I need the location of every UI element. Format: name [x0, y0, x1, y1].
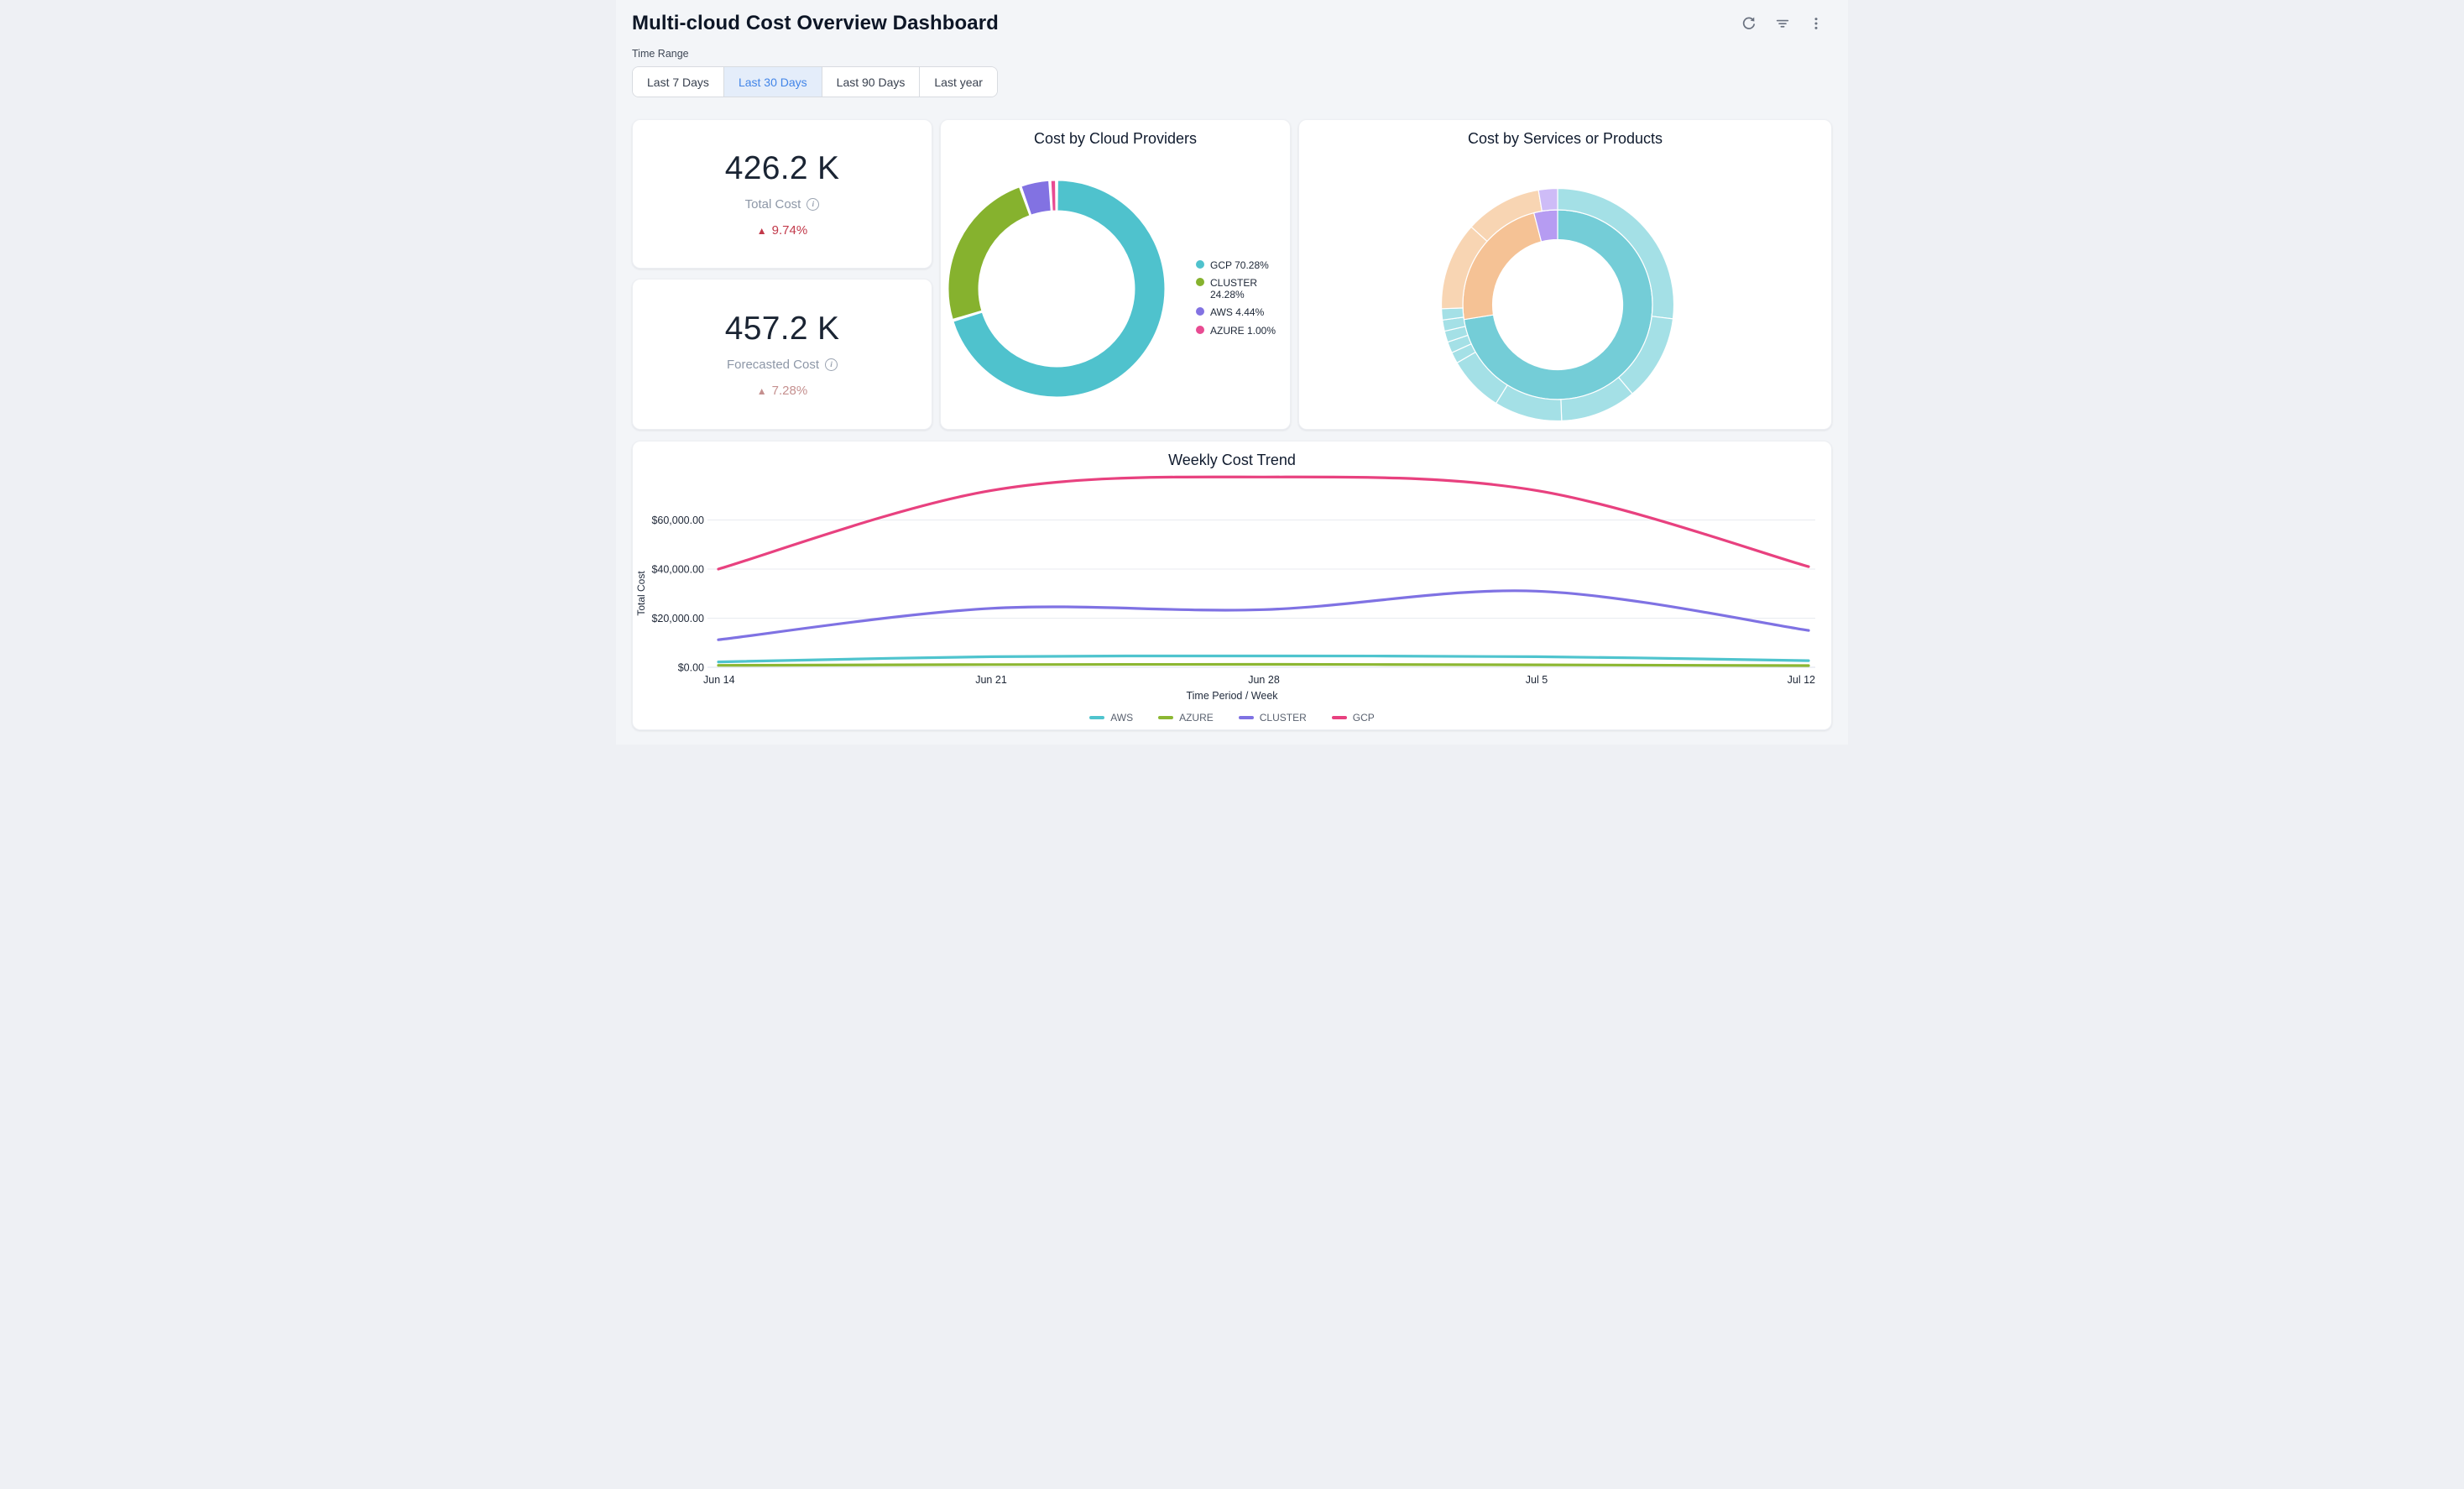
weekly-cost-trend-chart: $0.00 $20,000.00 $40,000.00 $60,000.00 Total… — [633, 441, 1830, 693]
header: Multi-cloud Cost Overview Dashboard — [616, 0, 1848, 36]
donut-segment-cluster — [948, 187, 1030, 320]
y-axis-title: Total Cost — [635, 571, 647, 616]
page-title: Multi-cloud Cost Overview Dashboard — [632, 12, 999, 35]
delta-value: 7.28% — [772, 384, 808, 398]
trend-legend: AWS AZURE CLUSTER GCP — [633, 712, 1831, 724]
provider-donut-legend: GCP 70.28% CLUSTER 24.28% AWS 4.44% AZURE 1… — [1196, 259, 1287, 337]
forecasted-cost-delta: ▲ 7.28% — [757, 384, 807, 398]
forecasted-cost-label-row: Forecasted Cost i — [727, 358, 838, 372]
refresh-icon — [1741, 16, 1757, 31]
cost-by-cloud-providers-card: Cost by Cloud Providers GCP 70.28%CLUSTE… — [940, 119, 1291, 430]
legend-swatch — [1196, 278, 1204, 286]
y-tick-label: $40,000.00 — [651, 564, 704, 576]
dashboard: Multi-cloud Cost Overview Dashboard — [616, 0, 1848, 744]
sunburst-outer-segment-aws — [1538, 189, 1558, 212]
legend-item-azure: AZURE 1.00% — [1196, 325, 1287, 337]
weekly-cost-trend-card: Weekly Cost Trend $0.00$20,000.00$40,000… — [632, 441, 1832, 730]
services-sunburst-chart — [1299, 120, 1839, 431]
forecasted-cost-card: 457.2 K Forecasted Cost i ▲ 7.28% — [632, 279, 932, 430]
cost-by-services-card: Cost by Services or Products — [1298, 119, 1832, 430]
legend-item-cluster: CLUSTER — [1239, 712, 1307, 724]
x-tick-label: Jul 12 — [1788, 674, 1815, 686]
kebab-menu-button[interactable] — [1804, 11, 1829, 36]
x-tick-label: Jun 21 — [975, 674, 1007, 686]
legend-label: AWS 4.44% — [1210, 306, 1264, 318]
legend-label: GCP — [1353, 712, 1375, 724]
legend-item-aws: AWS 4.44% — [1196, 306, 1287, 318]
total-cost-card: 426.2 K Total Cost i ▲ 9.74% — [632, 119, 932, 269]
donut-segment-azure — [1051, 180, 1056, 211]
forecasted-cost-value: 457.2 K — [725, 311, 840, 347]
time-range-button-last-90-days[interactable]: Last 90 Days — [822, 67, 921, 97]
legend-swatch — [1196, 307, 1204, 316]
legend-label: GCP 70.28% — [1210, 259, 1269, 271]
total-cost-label-row: Total Cost i — [745, 197, 820, 212]
trend-line-azure — [718, 665, 1809, 666]
delta-value: 9.74% — [772, 223, 808, 238]
legend-swatch — [1158, 716, 1173, 718]
info-icon[interactable]: i — [807, 198, 819, 211]
filter-icon — [1775, 16, 1790, 31]
arrow-up-icon: ▲ — [757, 385, 767, 397]
total-cost-delta: ▲ 9.74% — [757, 223, 807, 238]
refresh-button[interactable] — [1736, 11, 1762, 36]
x-tick-label: Jun 14 — [703, 674, 735, 686]
legend-item-azure: AZURE — [1158, 712, 1214, 724]
legend-label: CLUSTER 24.28% — [1210, 277, 1287, 300]
total-cost-label: Total Cost — [745, 197, 801, 212]
trend-line-aws — [718, 656, 1809, 661]
legend-label: AWS — [1110, 712, 1133, 724]
time-range-button-last-30-days[interactable]: Last 30 Days — [724, 67, 822, 97]
legend-swatch — [1239, 716, 1254, 718]
legend-item-cluster: CLUSTER 24.28% — [1196, 277, 1287, 300]
time-range-button-last-7-days[interactable]: Last 7 Days — [633, 67, 724, 97]
top-row: 426.2 K Total Cost i ▲ 9.74% 457.2 K For… — [632, 119, 1832, 430]
y-tick-label: $60,000.00 — [651, 515, 704, 526]
kpi-column: 426.2 K Total Cost i ▲ 9.74% 457.2 K For… — [632, 119, 932, 430]
legend-swatch — [1089, 716, 1104, 718]
header-actions — [1736, 11, 1829, 36]
x-axis-title: Time Period / Week — [633, 690, 1831, 702]
filter-button[interactable] — [1770, 11, 1795, 36]
legend-item-gcp: GCP 70.28% — [1196, 259, 1287, 271]
time-range-button-last-year[interactable]: Last year — [920, 67, 997, 97]
legend-swatch — [1196, 326, 1204, 334]
forecasted-cost-label: Forecasted Cost — [727, 358, 819, 372]
info-icon[interactable]: i — [825, 358, 838, 371]
total-cost-value: 426.2 K — [725, 150, 840, 187]
legend-label: AZURE — [1179, 712, 1214, 724]
arrow-up-icon: ▲ — [757, 225, 767, 237]
legend-swatch — [1332, 716, 1347, 718]
time-range-label: Time Range — [632, 48, 1848, 60]
legend-label: AZURE 1.00% — [1210, 325, 1276, 337]
x-tick-label: Jun 28 — [1248, 674, 1280, 686]
legend-item-aws: AWS — [1089, 712, 1133, 724]
y-tick-label: $0.00 — [678, 662, 704, 674]
trend-line-gcp — [718, 477, 1809, 569]
y-tick-label: $20,000.00 — [651, 613, 704, 624]
legend-item-gcp: GCP — [1332, 712, 1375, 724]
kebab-menu-icon — [1809, 16, 1824, 31]
trend-line-cluster — [718, 591, 1809, 640]
time-range-button-group: Last 7 DaysLast 30 DaysLast 90 DaysLast … — [632, 66, 998, 97]
legend-swatch — [1196, 260, 1204, 269]
legend-label: CLUSTER — [1260, 712, 1307, 724]
x-tick-label: Jul 5 — [1526, 674, 1548, 686]
